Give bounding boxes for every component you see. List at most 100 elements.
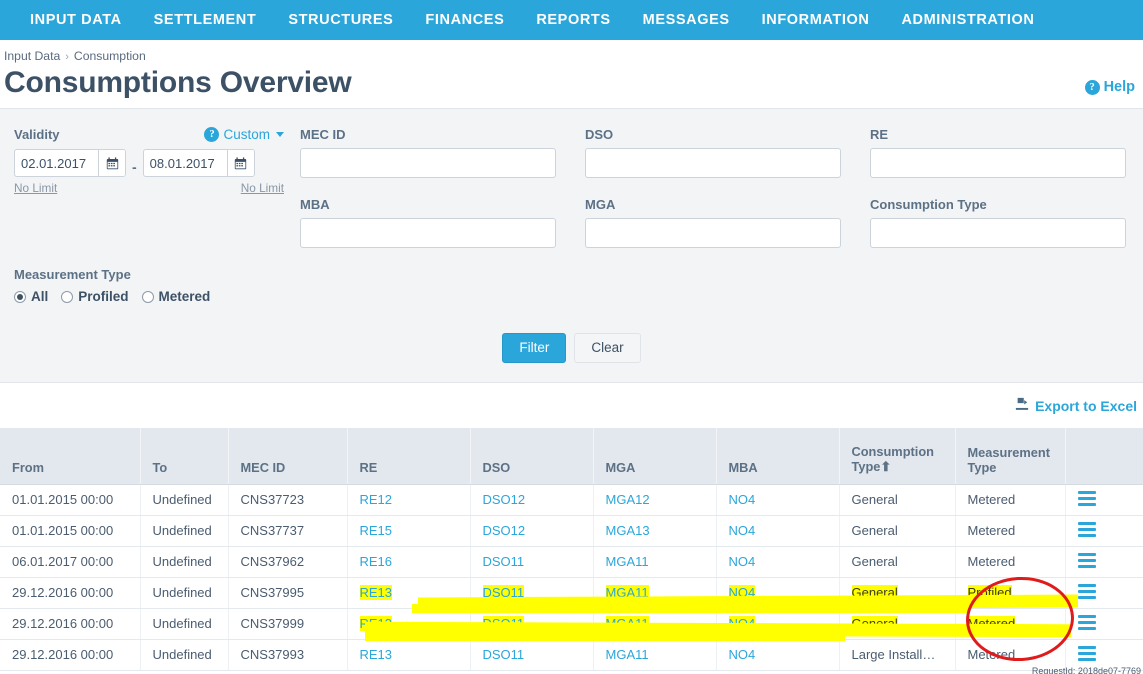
dso-link[interactable]: DSO12 bbox=[483, 492, 526, 507]
table-row[interactable]: 29.12.2016 00:00 Undefined CNS37999 RE13… bbox=[0, 608, 1143, 640]
nav-item-input-data[interactable]: INPUT DATA bbox=[14, 0, 138, 40]
hamburger-menu-icon[interactable] bbox=[1077, 521, 1096, 537]
cell-consumption-type: General bbox=[839, 608, 956, 640]
cell-dso: DSO12 bbox=[470, 484, 594, 516]
mga-link[interactable]: MGA12 bbox=[606, 492, 650, 507]
hamburger-menu-icon[interactable] bbox=[1077, 490, 1096, 506]
calendar-icon[interactable] bbox=[98, 150, 125, 176]
column-header-mba[interactable]: MBA bbox=[716, 428, 840, 485]
help-button[interactable]: ? Help bbox=[1084, 79, 1139, 102]
re-link[interactable]: RE12 bbox=[360, 492, 393, 507]
re-link[interactable]: RE13 bbox=[359, 585, 393, 600]
mba-link[interactable]: NO4 bbox=[729, 492, 756, 507]
re-link[interactable]: RE16 bbox=[360, 554, 393, 569]
hamburger-menu-icon[interactable] bbox=[1077, 552, 1096, 568]
export-to-excel-button[interactable]: Export to Excel bbox=[1015, 397, 1137, 414]
column-header-consumption-type[interactable]: Consumption Type⬆ bbox=[839, 428, 956, 485]
re-link[interactable]: RE13 bbox=[359, 616, 393, 631]
column-header-dso[interactable]: DSO bbox=[470, 428, 594, 485]
mba-link[interactable]: NO4 bbox=[729, 554, 756, 569]
mba-input[interactable] bbox=[300, 218, 556, 248]
mba-link[interactable]: NO4 bbox=[729, 647, 756, 662]
cell-measurement-type: Profiled bbox=[955, 577, 1066, 609]
validity-to-no-limit[interactable]: No Limit bbox=[241, 181, 284, 195]
nav-item-information[interactable]: INFORMATION bbox=[746, 0, 886, 40]
hamburger-menu-icon[interactable] bbox=[1077, 614, 1096, 630]
mga-link[interactable]: MGA11 bbox=[605, 585, 649, 600]
hamburger-menu-icon[interactable] bbox=[1077, 645, 1096, 661]
column-header-from[interactable]: From bbox=[0, 428, 141, 485]
table-row[interactable]: 06.01.2017 00:00 Undefined CNS37962 RE16… bbox=[0, 546, 1143, 578]
cell-consumption-type: General bbox=[839, 577, 956, 609]
measurement-type-option-label: All bbox=[31, 289, 49, 304]
cell-from: 01.01.2015 00:00 bbox=[0, 484, 141, 516]
nav-item-messages[interactable]: MESSAGES bbox=[627, 0, 746, 40]
column-header-re[interactable]: RE bbox=[347, 428, 471, 485]
export-excel-icon bbox=[1015, 397, 1029, 414]
mba-link[interactable]: NO4 bbox=[728, 585, 756, 600]
table-row[interactable]: 01.01.2015 00:00 Undefined CNS37737 RE15… bbox=[0, 515, 1143, 547]
dso-link[interactable]: DSO11 bbox=[482, 585, 525, 600]
measurement-type-radio-profiled[interactable]: Profiled bbox=[61, 289, 129, 304]
filter-button[interactable]: Filter bbox=[502, 333, 567, 363]
cell-mec-id: CNS37993 bbox=[228, 639, 348, 671]
cell-from: 29.12.2016 00:00 bbox=[0, 639, 141, 671]
mga-link[interactable]: MGA11 bbox=[606, 647, 649, 662]
validity-from-group[interactable] bbox=[14, 149, 126, 177]
table-row[interactable]: 29.12.2016 00:00 Undefined CNS37995 RE13… bbox=[0, 577, 1143, 609]
mga-input[interactable] bbox=[585, 218, 841, 248]
breadcrumb-current[interactable]: Consumption bbox=[74, 49, 146, 63]
nav-item-structures[interactable]: STRUCTURES bbox=[272, 0, 409, 40]
column-header-to[interactable]: To bbox=[140, 428, 229, 485]
nav-item-settlement[interactable]: SETTLEMENT bbox=[138, 0, 273, 40]
re-link[interactable]: RE13 bbox=[360, 647, 393, 662]
measurement-type-filter-group: Measurement Type All Profiled Metered bbox=[14, 267, 344, 304]
validity-from-input[interactable] bbox=[15, 150, 98, 176]
question-circle-icon: ? bbox=[204, 127, 220, 142]
mga-link[interactable]: MGA11 bbox=[605, 616, 649, 631]
dso-link[interactable]: DSO11 bbox=[483, 647, 525, 662]
validity-to-group[interactable] bbox=[142, 149, 255, 177]
radio-selected-icon bbox=[14, 290, 26, 303]
validity-from-no-limit[interactable]: No Limit bbox=[14, 181, 57, 195]
cell-from: 29.12.2016 00:00 bbox=[0, 608, 141, 640]
mga-link[interactable]: MGA11 bbox=[606, 554, 649, 569]
calendar-icon[interactable] bbox=[226, 150, 254, 176]
consumption-type-input[interactable] bbox=[870, 218, 1126, 248]
re-link[interactable]: RE15 bbox=[360, 523, 393, 538]
validity-to-input[interactable] bbox=[143, 150, 227, 176]
dso-link[interactable]: DSO11 bbox=[483, 554, 525, 569]
radio-unselected-icon bbox=[141, 290, 154, 303]
measurement-type-radio-all[interactable]: All bbox=[14, 289, 48, 304]
table-row[interactable]: 29.12.2016 00:00 Undefined CNS37993 RE13… bbox=[0, 639, 1143, 671]
cell-to: Undefined bbox=[140, 484, 229, 516]
dso-label: DSO bbox=[585, 127, 614, 142]
clear-button[interactable]: Clear bbox=[574, 333, 641, 363]
column-header-mga[interactable]: MGA bbox=[593, 428, 717, 485]
consumption-type-value: General bbox=[851, 585, 898, 600]
radio-unselected-icon bbox=[61, 290, 74, 303]
dso-link[interactable]: DSO12 bbox=[483, 523, 526, 538]
cell-mba: NO4 bbox=[716, 484, 840, 516]
mba-link[interactable]: NO4 bbox=[729, 523, 756, 538]
mba-link[interactable]: NO4 bbox=[728, 616, 756, 631]
dso-link[interactable]: DSO11 bbox=[482, 616, 525, 631]
hamburger-menu-icon[interactable] bbox=[1077, 583, 1096, 599]
cell-to: Undefined bbox=[140, 546, 229, 578]
nav-item-administration[interactable]: ADMINISTRATION bbox=[885, 0, 1050, 40]
re-input[interactable] bbox=[870, 148, 1126, 178]
cell-re: RE16 bbox=[347, 546, 471, 578]
table-row[interactable]: 01.01.2015 00:00 Undefined CNS37723 RE12… bbox=[0, 484, 1143, 516]
measurement-type-radio-metered[interactable]: Metered bbox=[141, 289, 210, 304]
cell-re: RE13 bbox=[347, 577, 471, 609]
mec-id-input[interactable] bbox=[300, 148, 556, 178]
nav-item-reports[interactable]: REPORTS bbox=[520, 0, 626, 40]
column-header-measurement-type[interactable]: Measurement Type bbox=[955, 428, 1066, 485]
page-title-row: Consumptions Overview ? Help bbox=[0, 63, 1143, 102]
mga-link[interactable]: MGA13 bbox=[606, 523, 650, 538]
breadcrumb-root[interactable]: Input Data bbox=[4, 49, 60, 63]
dso-input[interactable] bbox=[585, 148, 841, 178]
validity-preset-dropdown[interactable]: ? Custom bbox=[204, 127, 284, 142]
column-header-mec-id[interactable]: MEC ID bbox=[228, 428, 348, 485]
nav-item-finances[interactable]: FINANCES bbox=[409, 0, 520, 40]
